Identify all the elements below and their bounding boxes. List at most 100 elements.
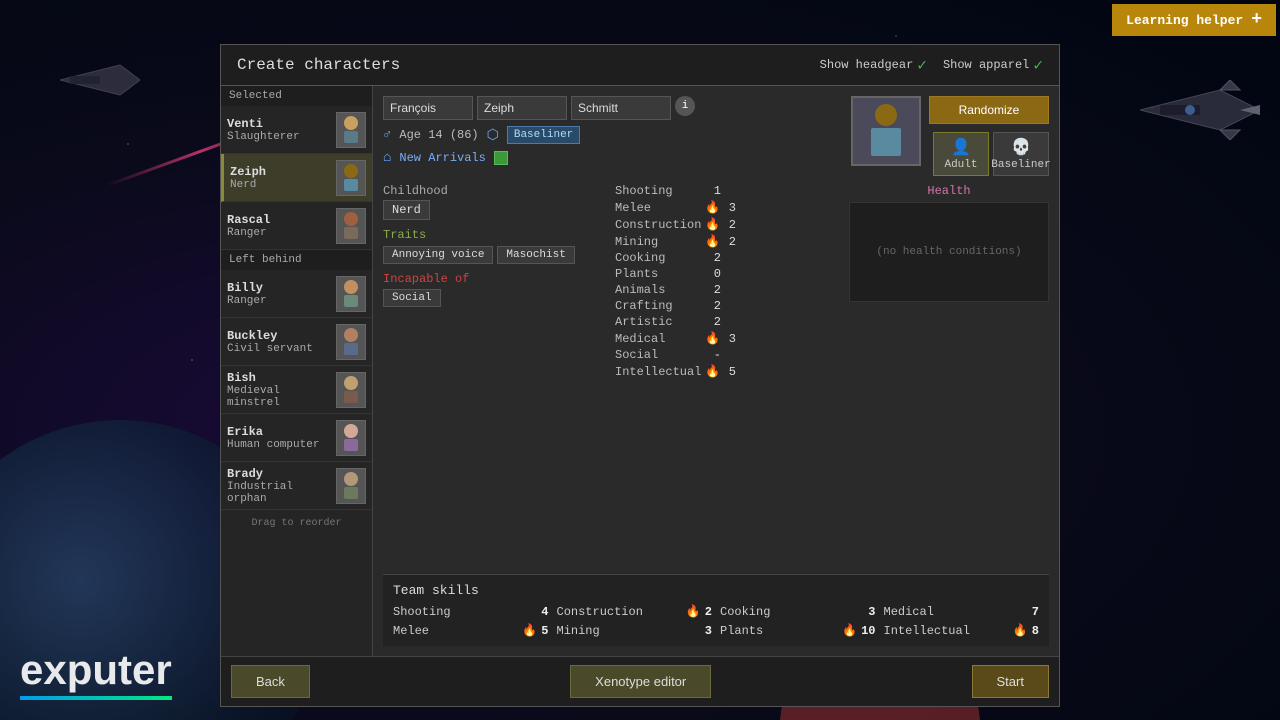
char-name-billy: Billy [227, 281, 332, 295]
skill-crafting-name: Crafting [615, 299, 705, 313]
portrait-head [875, 104, 897, 126]
header-options: Show headgear ✓ Show apparel ✓ [820, 55, 1043, 75]
health-section: Health (no health conditions) [849, 184, 1049, 566]
team-melee-fire: 🔥 [522, 623, 537, 638]
char-info-bish: Bish Medieval minstrel [227, 371, 332, 409]
arrivals-icon: ⌂ [383, 150, 391, 166]
char-item-zeiph[interactable]: Zeiph Nerd [221, 154, 372, 202]
char-avatar-bish [336, 372, 366, 408]
traits-section: Traits Annoying voice Masochist [383, 228, 603, 264]
show-apparel-label: Show apparel [943, 58, 1029, 72]
skill-shooting-value: 1 [705, 184, 721, 198]
headgear-check-icon: ✓ [917, 55, 927, 75]
arrivals-row: ⌂ New Arrivals [383, 150, 843, 166]
team-medical-val: 7 [1032, 605, 1039, 619]
team-construction-val: 2 [705, 605, 712, 619]
learning-helper-banner[interactable]: Learning helper + [1112, 4, 1276, 36]
trait-masochist[interactable]: Masochist [497, 246, 574, 264]
char-role-zeiph: Nerd [230, 179, 332, 191]
char-item-billy[interactable]: Billy Ranger [221, 270, 372, 318]
team-skill-melee: Melee 🔥 5 [393, 623, 549, 638]
meta-row: ♂ Age 14 (86) ⬡ Baseliner [383, 126, 843, 144]
char-info-rascal: Rascal Ranger [227, 213, 332, 239]
skill-animals-value: 2 [705, 283, 721, 297]
team-melee-val: 5 [541, 624, 548, 638]
medical-fire-icon: 🔥 [705, 331, 720, 346]
selected-section-label: Selected [221, 86, 372, 106]
skill-intellectual-name: Intellectual [615, 365, 705, 379]
team-mining-name: Mining [557, 624, 701, 638]
char-item-erika[interactable]: Erika Human computer [221, 414, 372, 462]
childhood-value[interactable]: Nerd [383, 200, 430, 220]
skill-cooking-name: Cooking [615, 251, 705, 265]
middle-name-input[interactable] [477, 96, 567, 120]
skill-shooting-name: Shooting [615, 184, 705, 198]
show-headgear-option[interactable]: Show headgear ✓ [820, 55, 927, 75]
exputer-underline [20, 696, 172, 700]
char-name-rascal: Rascal [227, 213, 332, 227]
learning-helper-plus-icon: + [1251, 10, 1262, 30]
skill-plants: Plants 0 [615, 267, 837, 281]
melee-fire-icon: 🔥 [705, 200, 720, 215]
char-item-buckley[interactable]: Buckley Civil servant [221, 318, 372, 366]
dialog-title: Create characters [237, 56, 400, 74]
spaceship-right-icon [1140, 80, 1260, 140]
skill-plants-value: 0 [705, 267, 721, 281]
adult-type-button[interactable]: 👤 Adult [933, 132, 989, 176]
xenotype-editor-button[interactable]: Xenotype editor [570, 665, 711, 698]
first-name-input[interactable] [383, 96, 473, 120]
char-avatar-zeiph [336, 160, 366, 196]
char-item-bish[interactable]: Bish Medieval minstrel [221, 366, 372, 414]
baseliner-icon: 💀 [1011, 137, 1031, 157]
arrivals-label[interactable]: New Arrivals [399, 151, 485, 165]
skills-section: Shooting 1 Melee 🔥 3 Construction 🔥 2 [615, 184, 837, 566]
char-name-buckley: Buckley [227, 329, 332, 343]
team-skill-intellectual: Intellectual 🔥 8 [884, 623, 1040, 638]
skill-social-name: Social [615, 348, 705, 362]
drag-hint: Drag to reorder [221, 514, 372, 533]
char-item-rascal[interactable]: Rascal Ranger [221, 202, 372, 250]
last-name-input[interactable] [571, 96, 671, 120]
randomize-section: Randomize 👤 Adult 💀 Baseliner [929, 96, 1049, 176]
char-name-zeiph: Zeiph [230, 165, 332, 179]
show-headgear-label: Show headgear [820, 58, 914, 72]
char-name-venti: Venti [227, 117, 332, 131]
char-role-bish: Medieval minstrel [227, 385, 332, 409]
trait-annoying-voice[interactable]: Annoying voice [383, 246, 493, 264]
team-construction-name: Construction [557, 605, 682, 619]
skill-cooking-value: 2 [705, 251, 721, 265]
baseliner-type-button[interactable]: 💀 Baseliner [993, 132, 1049, 176]
randomize-button[interactable]: Randomize [929, 96, 1049, 124]
char-name-section: i ♂ Age 14 (86) ⬡ Baseliner ⌂ New Arriva… [383, 96, 843, 166]
arrivals-color-swatch[interactable] [494, 151, 508, 165]
childhood-label: Childhood [383, 184, 603, 198]
mining-fire-icon: 🔥 [705, 234, 720, 249]
skill-shooting: Shooting 1 [615, 184, 837, 198]
team-skill-plants: Plants 🔥 10 [720, 623, 876, 638]
back-button[interactable]: Back [231, 665, 310, 698]
team-shooting-val: 4 [541, 605, 548, 619]
portrait-body [871, 128, 901, 156]
char-avatar-billy [336, 276, 366, 312]
dialog-footer: Back Xenotype editor Start [221, 656, 1059, 706]
skill-construction: Construction 🔥 2 [615, 217, 837, 232]
incapable-tags: Social [383, 290, 603, 304]
team-intellectual-name: Intellectual [884, 624, 1009, 638]
char-item-brady[interactable]: Brady Industrial orphan [221, 462, 372, 510]
faction-badge[interactable]: Baseliner [507, 126, 580, 144]
skill-construction-value: 2 [720, 218, 736, 232]
character-portrait[interactable] [851, 96, 921, 166]
skill-construction-name: Construction [615, 218, 705, 232]
team-construction-fire: 🔥 [686, 604, 701, 619]
left-stats: Childhood Nerd Traits Annoying voice Mas… [383, 184, 603, 566]
char-role-rascal: Ranger [227, 227, 332, 239]
start-button[interactable]: Start [972, 665, 1049, 698]
show-apparel-option[interactable]: Show apparel ✓ [943, 55, 1043, 75]
incapable-section: Incapable of Social [383, 272, 603, 304]
team-medical-name: Medical [884, 605, 1028, 619]
type-buttons: 👤 Adult 💀 Baseliner [933, 132, 1049, 176]
team-intellectual-fire: 🔥 [1013, 623, 1028, 638]
char-info-venti: Venti Slaughterer [227, 117, 332, 143]
info-icon[interactable]: i [675, 96, 695, 116]
char-item-venti[interactable]: Venti Slaughterer [221, 106, 372, 154]
